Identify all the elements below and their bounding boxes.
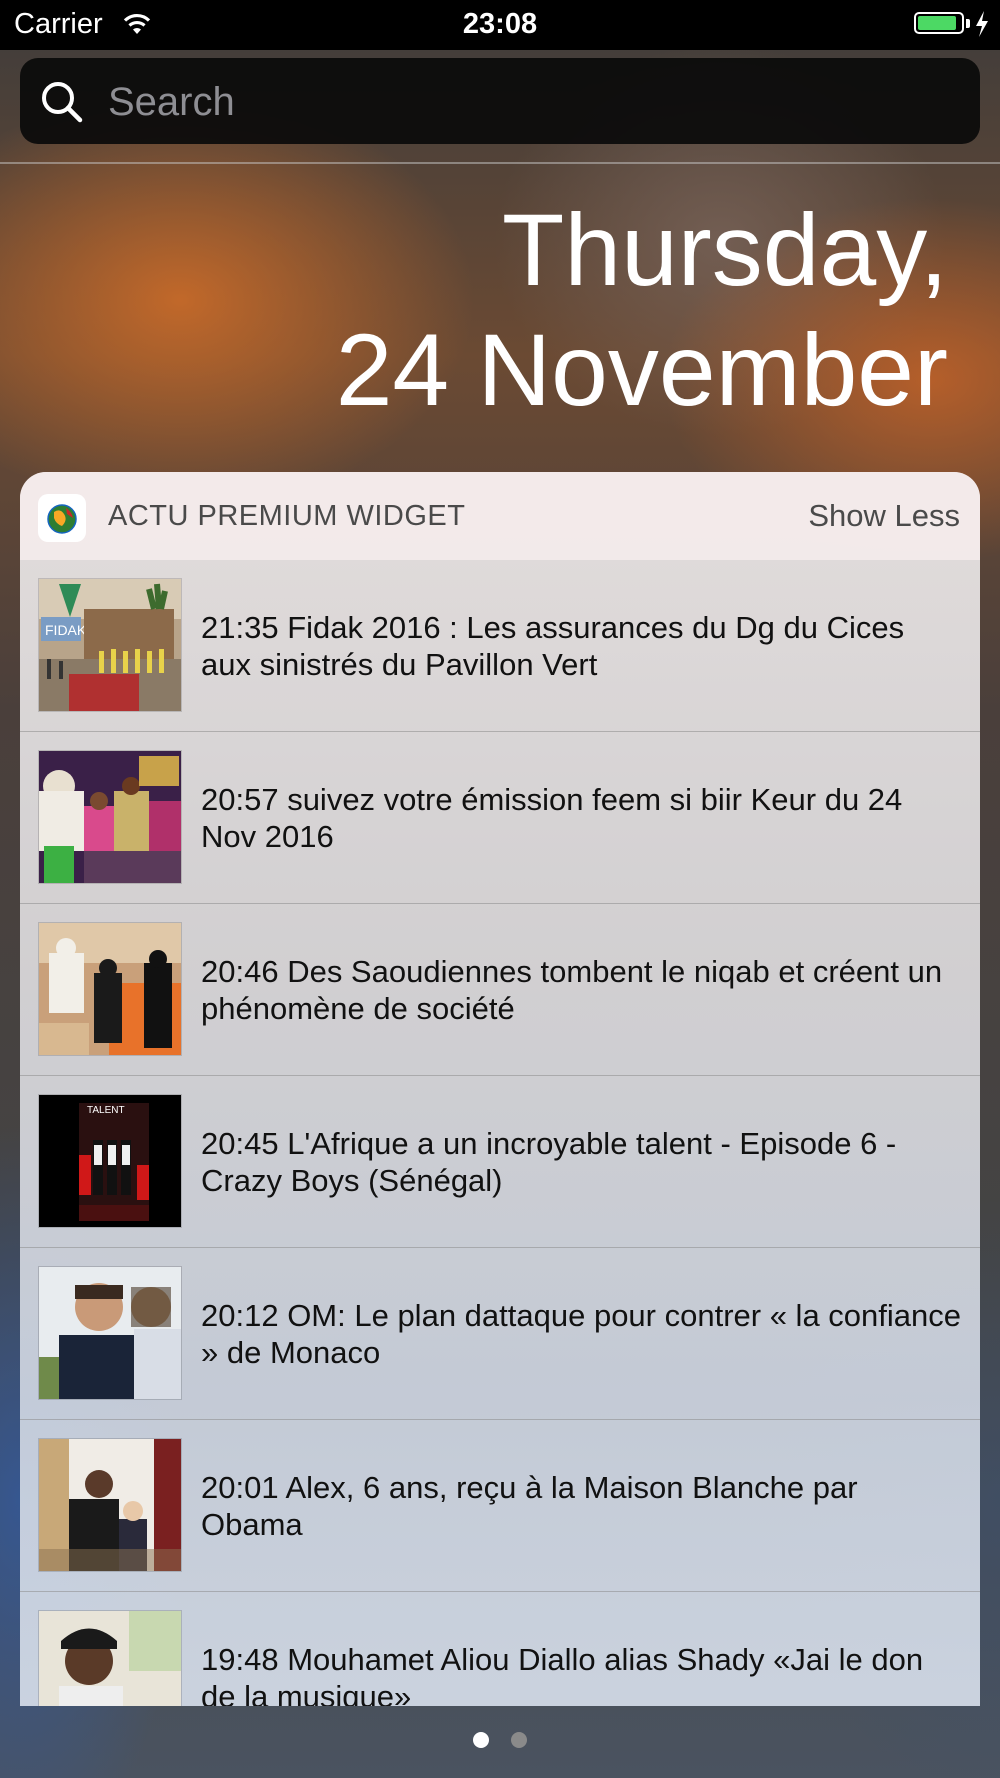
news-headline: 20:45 L'Afrique a un incroyable talent -… [201,1126,897,1198]
widget-header: ACTU PREMIUM WIDGET Show Less [20,472,980,560]
news-widget: ACTU PREMIUM WIDGET Show Less FIDAK 21:3… [20,472,980,1706]
news-item[interactable]: 19:48 Mouhamet Aliou Diallo alias Shady … [20,1592,980,1706]
date-day-month: 24 November [335,313,948,427]
charging-bolt-icon [976,11,988,37]
news-thumbnail: FIDAK [38,578,182,712]
news-headline: 20:57 suivez votre émission feem si biir… [201,782,903,854]
page-dot-active[interactable] [473,1732,489,1748]
search-input[interactable] [106,74,950,130]
news-thumbnail [38,1610,182,1706]
search-bar[interactable] [20,58,980,144]
status-time: 23:08 [462,8,538,40]
battery-fill [918,16,956,30]
app-logo-icon [38,494,86,542]
news-list: FIDAK 21:35 Fidak 2016 : Les assurances … [20,560,980,1706]
date-display: Thursday, 24 November [48,190,948,430]
news-item[interactable]: TALENT 20:45 L'Afrique a un incroyable t… [20,1076,980,1248]
news-headline: 20:12 OM: Le plan dattaque pour contrer … [201,1298,961,1370]
news-item[interactable]: 20:12 OM: Le plan dattaque pour contrer … [20,1248,980,1420]
news-thumbnail [38,750,182,884]
search-icon [42,82,83,123]
widget-title: ACTU PREMIUM WIDGET [108,500,466,532]
news-item[interactable]: 20:57 suivez votre émission feem si biir… [20,732,980,904]
battery-icon [914,12,964,34]
news-item[interactable]: 20:01 Alex, 6 ans, reçu à la Maison Blan… [20,1420,980,1592]
search-separator [0,162,1000,164]
news-thumbnail [38,922,182,1056]
page-dot[interactable] [511,1732,527,1748]
news-headline: 20:46 Des Saoudiennes tombent le niqab e… [201,954,943,1026]
page-indicator[interactable] [0,1732,1000,1748]
date-weekday: Thursday, [502,193,948,307]
news-item[interactable]: 20:46 Des Saoudiennes tombent le niqab e… [20,904,980,1076]
news-thumbnail [38,1438,182,1572]
news-headline: 19:48 Mouhamet Aliou Diallo alias Shady … [201,1642,924,1706]
news-headline: 20:01 Alex, 6 ans, reçu à la Maison Blan… [201,1470,858,1542]
show-less-button[interactable]: Show Less [808,498,960,534]
news-thumbnail: TALENT [38,1094,182,1228]
status-bar: Carrier 23:08 [0,0,1000,50]
news-thumbnail [38,1266,182,1400]
svg-text:TALENT: TALENT [87,1105,125,1116]
news-item[interactable]: FIDAK 21:35 Fidak 2016 : Les assurances … [20,560,980,732]
svg-text:FIDAK: FIDAK [45,622,87,638]
news-headline: 21:35 Fidak 2016 : Les assurances du Dg … [201,610,905,682]
battery-cap [966,19,970,28]
